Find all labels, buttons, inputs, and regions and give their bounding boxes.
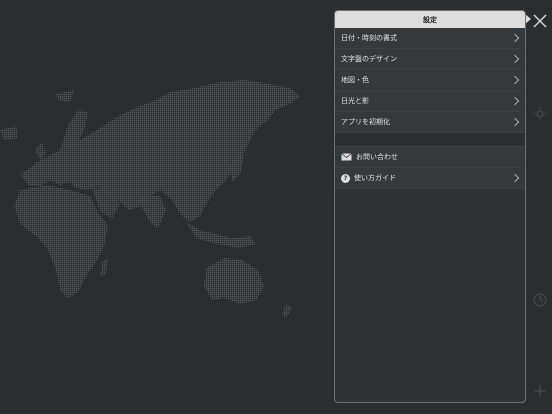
chevron-right-icon <box>510 96 520 106</box>
menu-item[interactable]: お問い合わせ <box>335 147 525 168</box>
menu-item-label: 文字盤のデザイン <box>341 55 397 63</box>
africa-landmass <box>14 185 108 298</box>
menu-item[interactable]: 地図・色 <box>335 70 525 91</box>
australia-landmass <box>204 258 264 304</box>
menu-item-label: 地図・色 <box>341 76 369 84</box>
menu-item-label: 日付・時刻の書式 <box>341 34 397 42</box>
support-list: お問い合わせ? 使い方ガイド <box>335 147 525 189</box>
section-divider <box>335 133 525 147</box>
chevron-right-icon <box>510 54 520 64</box>
menu-item[interactable]: アプリを初期化 <box>335 112 525 133</box>
menu-item[interactable]: 日光と影 <box>335 91 525 112</box>
settings-list: 日付・時刻の書式 文字盤のデザイン 地図・色日光と影アプリを初期化 <box>335 28 525 133</box>
chevron-right-icon <box>510 33 520 43</box>
help-icon: ? <box>341 173 350 183</box>
sun-icon[interactable] <box>532 106 548 122</box>
se-asia-islands <box>186 222 256 248</box>
menu-item[interactable]: ? 使い方ガイド <box>335 168 525 189</box>
chevron-right-icon <box>510 173 520 183</box>
new-zealand-landmass <box>282 304 292 318</box>
menu-item[interactable]: 文字盤のデザイン <box>335 49 525 70</box>
menu-item-label: 使い方ガイド <box>354 174 396 182</box>
menu-item[interactable]: 日付・時刻の書式 <box>335 28 525 49</box>
madagascar-landmass <box>100 258 108 276</box>
clock-icon[interactable] <box>532 292 548 308</box>
mail-icon <box>341 153 352 161</box>
close-icon[interactable] <box>532 13 548 29</box>
menu-item-label: お問い合わせ <box>356 153 398 161</box>
india-landmass <box>140 196 166 228</box>
add-icon[interactable] <box>533 384 547 398</box>
svalbard-fragment <box>56 90 74 102</box>
settings-panel: 設定 日付・時刻の書式 文字盤のデザイン 地図・色日光と影アプリを初期化 お問い合わ… <box>334 10 526 403</box>
panel-title: 設定 <box>335 11 525 28</box>
uk-landmass <box>35 142 46 160</box>
chevron-right-icon <box>510 117 520 127</box>
greenland-fragment <box>0 126 18 140</box>
chevron-right-icon <box>510 75 520 85</box>
menu-item-label: 日光と影 <box>341 97 369 105</box>
menu-item-label: アプリを初期化 <box>341 118 390 126</box>
